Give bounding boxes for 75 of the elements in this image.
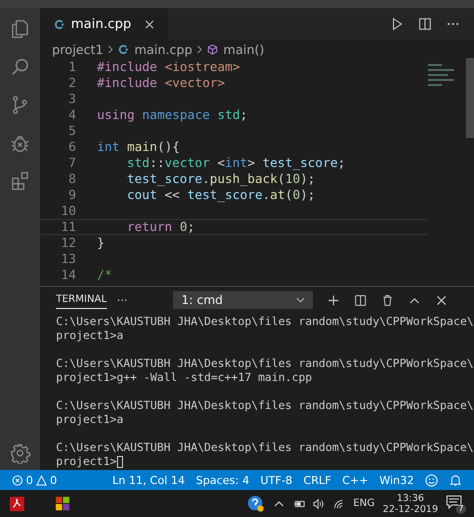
terminal-line: C:\Users\KAUSTUBH JHA\Desktop\files random\study\CPPWorkSpace\ — [56, 315, 474, 329]
editor-tab[interactable]: main.cpp — [40, 8, 168, 40]
line-number: 10 — [60, 203, 76, 219]
breadcrumb-item[interactable]: project1 — [52, 42, 104, 56]
search-icon[interactable] — [9, 56, 31, 78]
wifi-icon[interactable] — [333, 498, 346, 510]
line-number: 2 — [67, 75, 76, 91]
terminal-line: C:\Users\KAUSTUBH JHA\Desktop\files random\study\CPPWorkSpace\ — [56, 357, 474, 371]
text-cursor — [116, 456, 123, 468]
explorer-icon[interactable] — [9, 18, 31, 40]
terminal-line: C:\Users\KAUSTUBH JHA\Desktop\files random\study\CPPWorkSpace\ — [56, 441, 474, 455]
line-number: 14 — [60, 267, 76, 283]
line-number: 7 — [67, 155, 76, 171]
code-line: test_score.push_back(10); — [127, 171, 316, 187]
plus-icon[interactable] — [327, 294, 340, 306]
code-line: /* — [97, 267, 112, 283]
code-line: std::vector <int> test_score; — [127, 155, 346, 171]
extensions-icon[interactable] — [9, 170, 31, 192]
settings-icon[interactable] — [9, 442, 31, 464]
line-number: 3 — [67, 91, 76, 107]
dropdown-chevron-icon[interactable] — [296, 297, 306, 303]
terminal-select[interactable]: 1: cmd — [173, 291, 314, 309]
code-line: cout << test_score.at(0); — [127, 187, 316, 203]
status-item[interactable]: C++ — [342, 474, 368, 486]
smiley-icon[interactable] — [425, 474, 438, 486]
code-line: int main(){ — [97, 139, 180, 155]
line-number: 5 — [67, 123, 76, 139]
line-number: 8 — [67, 171, 76, 187]
line-number: 12 — [60, 235, 76, 251]
tab-label: main.cpp — [71, 16, 132, 32]
status-item[interactable]: Spaces: 4 — [196, 474, 250, 486]
breadcrumb-item[interactable]: main.cpp — [134, 42, 192, 56]
close-icon[interactable] — [435, 294, 448, 306]
status-item[interactable]: CRLF — [303, 474, 332, 486]
chevron-icon — [197, 44, 202, 54]
chevron-icon — [108, 44, 114, 54]
run-icon[interactable] — [390, 17, 404, 31]
bell-icon[interactable] — [449, 474, 462, 486]
status-item[interactable]: Ln 11, Col 14 — [112, 474, 185, 486]
speaker-icon[interactable] — [313, 498, 326, 510]
terminal-tab[interactable]: TERMINAL — [56, 291, 107, 309]
help-icon[interactable] — [247, 494, 266, 512]
split-terminal-icon[interactable] — [354, 294, 368, 306]
scrollbar-thumb[interactable] — [466, 58, 474, 138]
clock[interactable]: 13:36 22-12-2019 — [382, 492, 438, 514]
language-indicator[interactable]: ENG — [353, 498, 375, 509]
terminal-line: project1>a — [56, 413, 124, 427]
cpp-file-icon — [54, 18, 65, 30]
more-actions[interactable]: ··· — [116, 294, 128, 306]
pdf-app-icon[interactable] — [8, 494, 26, 512]
terminal-line: project1>g++ -Wall -std=c++17 main.cpp — [56, 371, 312, 385]
breadcrumb-item[interactable]: main() — [223, 42, 264, 56]
trash-icon[interactable] — [381, 294, 394, 306]
line-number: 9 — [67, 187, 76, 203]
code-line: } — [97, 235, 105, 251]
code-line: #include <iostream> — [97, 59, 240, 75]
close-icon[interactable] — [145, 20, 154, 28]
code-line: #include <vector> — [97, 75, 225, 91]
split-editor-icon[interactable] — [418, 17, 432, 31]
cpp-file-icon — [118, 44, 130, 54]
line-number: 11 — [60, 220, 76, 234]
terminal-line: C:\Users\KAUSTUBH JHA\Desktop\files random\study\CPPWorkSpace\ — [56, 399, 474, 413]
terminal-line: project1> — [56, 455, 117, 469]
code-line: return 0; — [127, 220, 195, 234]
line-number: 13 — [60, 251, 76, 267]
code-line: using namespace std; — [97, 107, 248, 123]
status-item[interactable]: Win32 — [379, 474, 414, 486]
terminal-line: project1>a — [56, 329, 124, 343]
cube-icon — [207, 44, 218, 54]
line-number: 6 — [67, 139, 76, 155]
problems-indicator[interactable]: 0 0 — [12, 474, 57, 486]
line-number: 1 — [67, 59, 76, 75]
line-number: 4 — [67, 107, 76, 123]
status-item[interactable]: UTF-8 — [260, 474, 292, 486]
tiles-app-icon[interactable] — [54, 494, 72, 512]
